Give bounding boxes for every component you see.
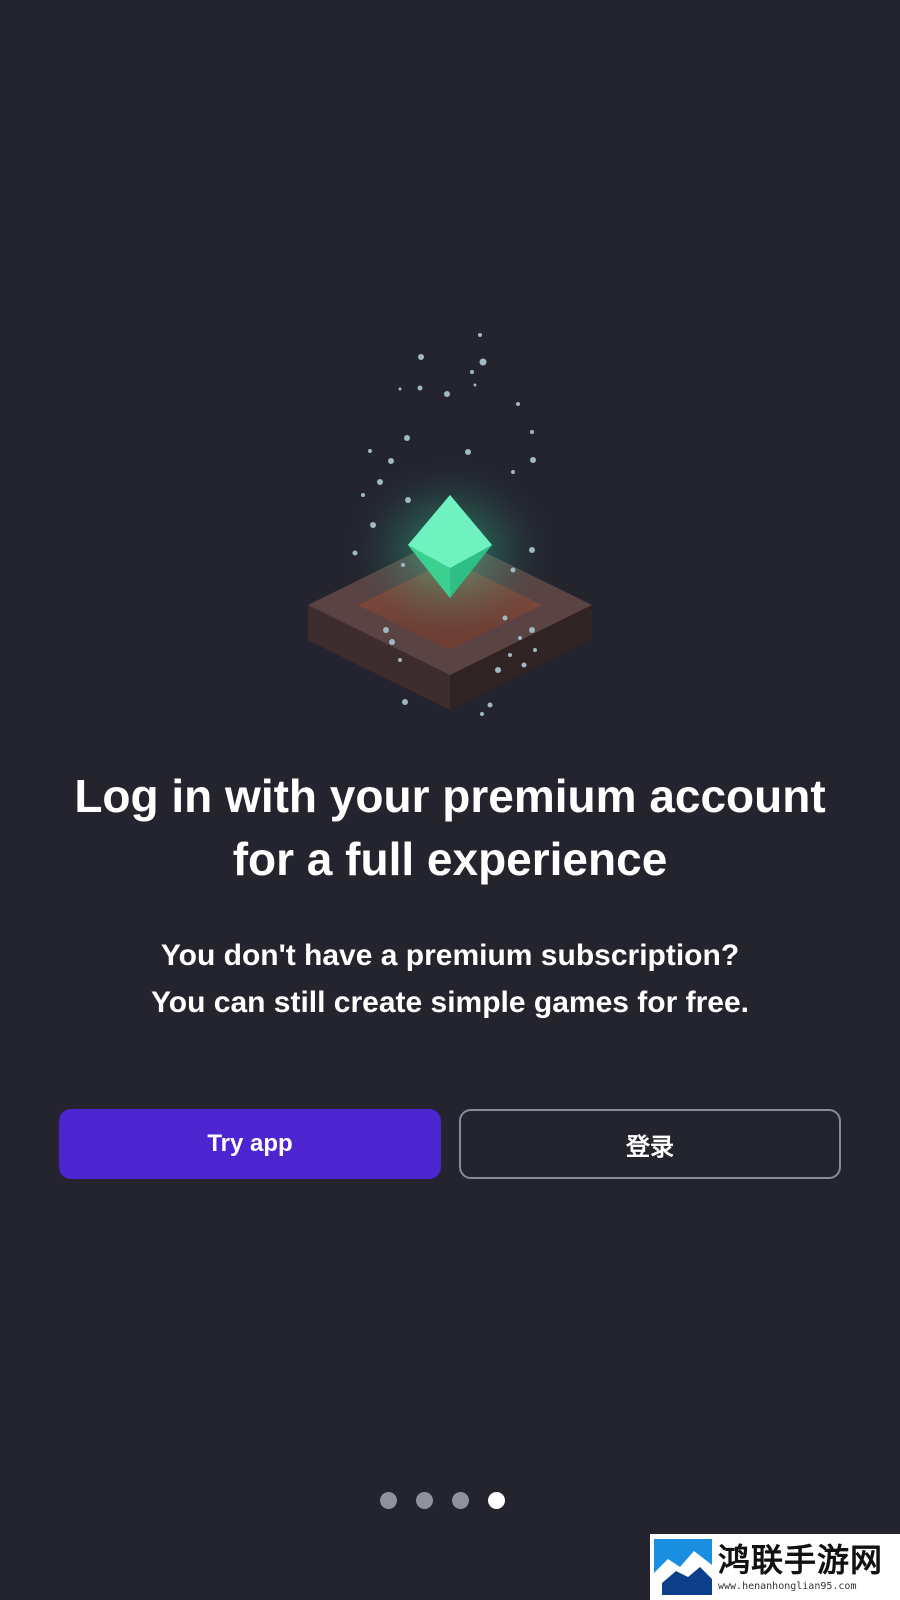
bird-logo-icon	[654, 1539, 712, 1595]
pagination-dot-3[interactable]	[452, 1492, 469, 1509]
try-app-button[interactable]: Try app	[59, 1109, 441, 1179]
login-button[interactable]: 登录	[459, 1109, 841, 1179]
subtitle-line-2: You can still create simple games for fr…	[150, 986, 749, 1019]
watermark-name: 鸿联手游网	[718, 1541, 884, 1579]
login-label: 登录	[626, 1132, 674, 1161]
page-title-line-1: Log in with your premium account	[74, 770, 826, 822]
site-watermark: 鸿联手游网 www.henanhonglian95.com	[650, 1534, 900, 1600]
hero-illustration	[300, 320, 600, 730]
pagination-dot-4-active[interactable]	[488, 1492, 505, 1509]
pagination-dot-1[interactable]	[380, 1492, 397, 1509]
try-app-label: Try app	[207, 1130, 293, 1157]
page-title-line-2: for a full experience	[232, 833, 668, 885]
watermark-url: www.henanhonglian95.com	[718, 1581, 857, 1592]
gem-on-pedestal-illustration	[308, 333, 592, 716]
pagination-dots	[380, 1492, 520, 1510]
pagination-dot-2[interactable]	[416, 1492, 433, 1509]
subtitle-line-1: You don't have a premium subscription?	[160, 939, 740, 972]
